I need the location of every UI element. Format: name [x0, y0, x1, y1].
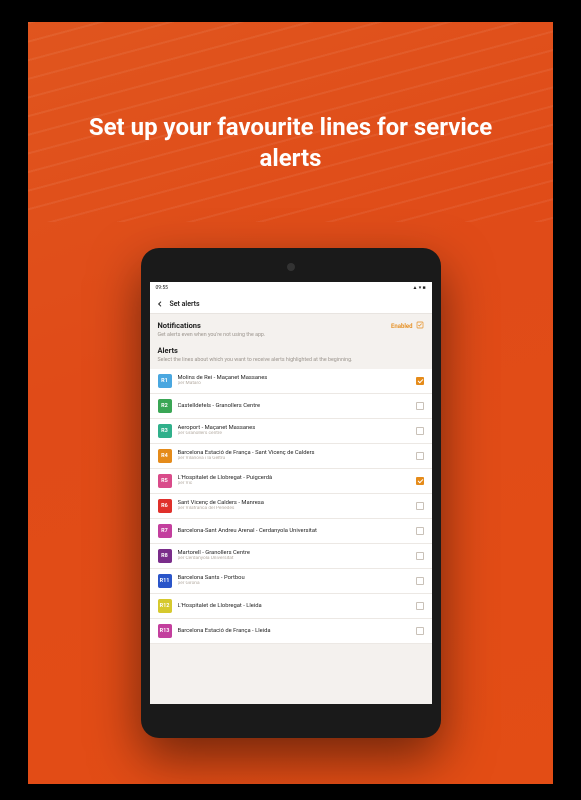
line-checkbox[interactable]: [416, 502, 424, 510]
line-operator: per Cerdanyola Universitat: [178, 556, 410, 561]
line-operator: per Vilafranca del Penedès: [178, 506, 410, 511]
line-badge: R3: [158, 424, 172, 438]
line-checkbox[interactable]: [416, 377, 424, 385]
line-badge: R4: [158, 449, 172, 463]
tablet-frame: 09:55 ▲ ▾ ■ Set alerts Notifications Get…: [141, 248, 441, 738]
tablet-camera: [287, 263, 295, 271]
line-operator: per Mataró: [178, 381, 410, 386]
title-bar: Set alerts: [150, 294, 432, 314]
line-text: Barcelona Estació de França - Sant Vicen…: [178, 450, 410, 461]
line-checkbox[interactable]: [416, 627, 424, 635]
line-row[interactable]: R13 Barcelona Estació de França - Lleida: [150, 619, 432, 644]
line-text: Sant Vicenç de Calders - Manresaper Vila…: [178, 500, 410, 511]
line-route: L'Hospitalet de Llobregat - Lleida: [178, 603, 410, 609]
line-row[interactable]: R7 Barcelona-Sant Andreu Arenal - Cerdany…: [150, 519, 432, 544]
line-text: Aeroport - Maçanet Massanesper Granoller…: [178, 425, 410, 436]
notifications-section: Notifications Get alerts even when you'r…: [150, 314, 432, 344]
enabled-label: Enabled: [391, 323, 413, 330]
line-checkbox[interactable]: [416, 577, 424, 585]
line-list: R1 Molins de Rei - Maçanet Massanesper Ma…: [150, 369, 432, 644]
line-badge: R7: [158, 524, 172, 538]
line-route: Barcelona-Sant Andreu Arenal - Cerdanyol…: [178, 528, 410, 534]
line-text: Barcelona-Sant Andreu Arenal - Cerdanyol…: [178, 528, 410, 534]
line-badge: R8: [158, 549, 172, 563]
line-checkbox[interactable]: [416, 527, 424, 535]
status-icons: ▲ ▾ ■: [413, 285, 426, 291]
line-row[interactable]: R5 L'Hospitalet de Llobregat - Puigcerdàp…: [150, 469, 432, 494]
line-checkbox[interactable]: [416, 477, 424, 485]
line-route: Castelldefels - Granollers Centre: [178, 403, 410, 409]
line-checkbox[interactable]: [416, 427, 424, 435]
line-checkbox[interactable]: [416, 552, 424, 560]
status-bar: 09:55 ▲ ▾ ■: [150, 282, 432, 294]
line-operator: per Vic: [178, 481, 410, 486]
tablet-screen: 09:55 ▲ ▾ ■ Set alerts Notifications Get…: [150, 282, 432, 704]
line-row[interactable]: R1 Molins de Rei - Maçanet Massanesper Ma…: [150, 369, 432, 394]
line-checkbox[interactable]: [416, 602, 424, 610]
line-text: Molins de Rei - Maçanet Massanesper Mata…: [178, 375, 410, 386]
line-badge: R13: [158, 624, 172, 638]
line-text: Barcelona Sants - Portbouper Girona: [178, 575, 410, 586]
line-row[interactable]: R4 Barcelona Estació de França - Sant Vic…: [150, 444, 432, 469]
line-badge: R11: [158, 574, 172, 588]
line-operator: per Vilanova i la Geltrú: [178, 456, 410, 461]
line-badge: R1: [158, 374, 172, 388]
line-checkbox[interactable]: [416, 452, 424, 460]
line-row[interactable]: R8 Martorell - Granollers Centreper Cerda…: [150, 544, 432, 569]
line-badge: R2: [158, 399, 172, 413]
check-icon: [416, 321, 424, 331]
status-time: 09:55: [156, 285, 168, 291]
notifications-toggle[interactable]: Enabled: [391, 321, 424, 331]
alerts-title: Alerts: [158, 346, 424, 355]
line-text: L'Hospitalet de Llobregat - Lleida: [178, 603, 410, 609]
line-row[interactable]: R11 Barcelona Sants - Portbouper Girona: [150, 569, 432, 594]
line-row[interactable]: R6 Sant Vicenç de Calders - Manresaper Vi…: [150, 494, 432, 519]
line-text: L'Hospitalet de Llobregat - Puigcerdàper…: [178, 475, 410, 486]
notifications-subtitle: Get alerts even when you're not using th…: [158, 332, 266, 339]
line-route: Barcelona Estació de França - Lleida: [178, 628, 410, 634]
line-badge: R5: [158, 474, 172, 488]
line-text: Martorell - Granollers Centreper Cerdany…: [178, 550, 410, 561]
line-operator: per Granollers centre: [178, 431, 410, 436]
line-text: Barcelona Estació de França - Lleida: [178, 628, 410, 634]
line-badge: R12: [158, 599, 172, 613]
alerts-section: Alerts Select the lines about which you …: [150, 344, 432, 369]
alerts-subtitle: Select the lines about which you want to…: [158, 357, 424, 364]
headline-text: Set up your favourite lines for service …: [28, 112, 553, 173]
line-row[interactable]: R12 L'Hospitalet de Llobregat - Lleida: [150, 594, 432, 619]
notifications-title: Notifications: [158, 321, 266, 330]
line-row[interactable]: R2 Castelldefels - Granollers Centre: [150, 394, 432, 419]
screen-title: Set alerts: [170, 300, 200, 308]
back-icon[interactable]: [156, 300, 164, 308]
line-checkbox[interactable]: [416, 402, 424, 410]
line-badge: R6: [158, 499, 172, 513]
promo-panel: Set up your favourite lines for service …: [28, 22, 553, 784]
line-text: Castelldefels - Granollers Centre: [178, 403, 410, 409]
line-row[interactable]: R3 Aeroport - Maçanet Massanesper Granoll…: [150, 419, 432, 444]
line-operator: per Girona: [178, 581, 410, 586]
